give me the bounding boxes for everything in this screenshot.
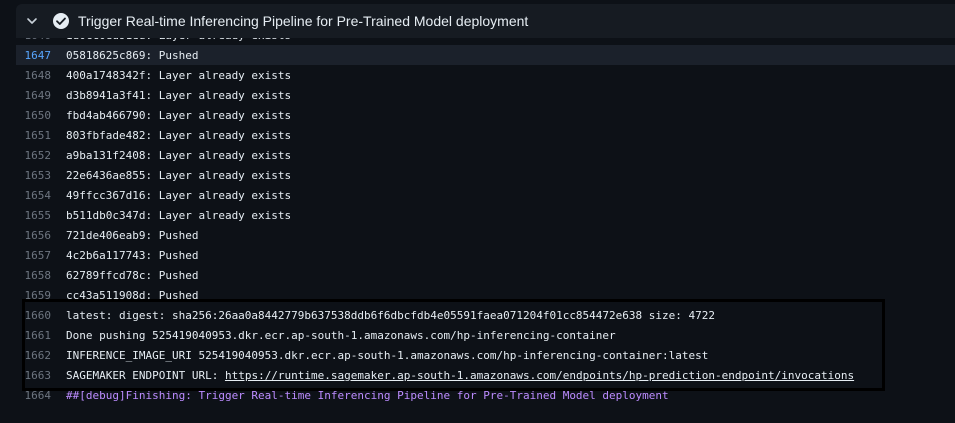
- log-line[interactable]: 1661 Done pushing 525419040953.dkr.ecr.ap…: [16, 325, 955, 345]
- log-text: 400a1748342f: Layer already exists: [66, 69, 291, 82]
- log-line[interactable]: 1652 a9ba131f2408: Layer already exists: [16, 145, 955, 165]
- log-text: cc43a511908d: Pushed: [66, 289, 198, 302]
- log-text-content: latest: digest: sha256:26aa0a8442779b637…: [66, 308, 716, 322]
- line-number[interactable]: 1647: [16, 49, 66, 62]
- log-text: 05818625c869: Pushed: [66, 49, 198, 62]
- log-line[interactable]: 1658 62789ffcd78c: Pushed: [16, 265, 955, 285]
- log-text-content: a9ba131f2408: Layer already exists: [66, 148, 292, 162]
- log-line[interactable]: 1649 d3b8941a3f41: Layer already exists: [16, 85, 955, 105]
- log-text-content: 49ffcc367d16: Layer already exists: [66, 188, 292, 202]
- log-text-content: b511db0c347d: Layer already exists: [66, 208, 292, 222]
- log-line[interactable]: 1656 721de406eab9: Pushed: [16, 225, 955, 245]
- log-text: d3b8941a3f41: Layer already exists: [66, 89, 291, 102]
- log-text: latest: digest: sha256:26aa0a8442779b637…: [66, 309, 715, 322]
- log-text: 4c2b6a117743: Pushed: [66, 249, 198, 262]
- log-text: 721de406eab9: Pushed: [66, 229, 198, 242]
- log-text-content: 62789ffcd78c: Pushed: [66, 268, 199, 282]
- log-text: INFERENCE_IMAGE_URI 525419040953.dkr.ecr…: [66, 349, 708, 362]
- log-text-content: INFERENCE_IMAGE_URI 525419040953.dkr.ecr…: [66, 348, 709, 362]
- line-number[interactable]: 1664: [16, 389, 66, 402]
- log-line[interactable]: 1650 fbd4ab466790: Layer already exists: [16, 105, 955, 125]
- log-text: 22e6436ae855: Layer already exists: [66, 169, 291, 182]
- log-line[interactable]: 1662 INFERENCE_IMAGE_URI 525419040953.dkr…: [16, 345, 955, 365]
- log-text: Done pushing 525419040953.dkr.ecr.ap-sou…: [66, 329, 616, 342]
- log-line[interactable]: 1647 05818625c869: Pushed: [16, 45, 955, 65]
- step-title: Trigger Real-time Inferencing Pipeline f…: [78, 13, 529, 29]
- log-text-content: 22e6436ae855: Layer already exists: [66, 168, 292, 182]
- line-number[interactable]: 1652: [16, 149, 66, 162]
- line-number[interactable]: 1662: [16, 349, 66, 362]
- step-header[interactable]: Trigger Real-time Inferencing Pipeline f…: [16, 4, 955, 38]
- log-text: 49ffcc367d16: Layer already exists: [66, 189, 291, 202]
- log-text: a9ba131f2408: Layer already exists: [66, 149, 291, 162]
- line-number[interactable]: 1660: [16, 309, 66, 322]
- log-text: fbd4ab466790: Layer already exists: [66, 109, 291, 122]
- line-number[interactable]: 1651: [16, 129, 66, 142]
- chevron-down-icon[interactable]: [22, 11, 42, 31]
- line-number[interactable]: 1650: [16, 109, 66, 122]
- log-line[interactable]: 1664 ##[debug]Finishing: Trigger Real-tim…: [16, 385, 955, 405]
- success-check-icon: [52, 12, 70, 30]
- log-line[interactable]: 1648 400a1748342f: Layer already exists: [16, 65, 955, 85]
- log-text-content: SAGEMAKER ENDPOINT URL:: [66, 368, 225, 382]
- log-text: b511db0c347d: Layer already exists: [66, 209, 291, 222]
- log-text: ##[debug]Finishing: Trigger Real-time In…: [66, 389, 669, 402]
- log-line[interactable]: 1659 cc43a511908d: Pushed: [16, 285, 955, 305]
- log-text-content: Done pushing 525419040953.dkr.ecr.ap-sou…: [66, 328, 616, 342]
- log-line[interactable]: 1660 latest: digest: sha256:26aa0a8442779…: [16, 305, 955, 325]
- workflow-log-panel: Trigger Real-time Inferencing Pipeline f…: [0, 0, 955, 423]
- log-text-content: d3b8941a3f41: Layer already exists: [66, 88, 292, 102]
- line-number[interactable]: 1661: [16, 329, 66, 342]
- log-text-content: 4c2b6a117743: Pushed: [66, 248, 199, 262]
- log-text-content: cc43a511908d: Pushed: [66, 288, 199, 302]
- line-number[interactable]: 1658: [16, 269, 66, 282]
- line-number[interactable]: 1659: [16, 289, 66, 302]
- log-text-content: fbd4ab466790: Layer already exists: [66, 108, 292, 122]
- log-line[interactable]: 1654 49ffcc367d16: Layer already exists: [16, 185, 955, 205]
- log-line[interactable]: 16461d0cc0ed91ed: Layer already exists: [16, 38, 955, 45]
- log-line[interactable]: 1655 b511db0c347d: Layer already exists: [16, 205, 955, 225]
- log-text: 1d0cc0ed91ed: Layer already exists: [66, 38, 291, 42]
- log-text-content: 721de406eab9: Pushed: [66, 228, 199, 242]
- log-line[interactable]: 1663 SAGEMAKER ENDPOINT URL: https://runt…: [16, 365, 955, 385]
- log-text: 62789ffcd78c: Pushed: [66, 269, 198, 282]
- log-line[interactable]: 1653 22e6436ae855: Layer already exists: [16, 165, 955, 185]
- endpoint-url-link[interactable]: https://runtime.sagemaker.ap-south-1.ama…: [225, 369, 854, 382]
- log-text: 803fbfade482: Layer already exists: [66, 129, 291, 142]
- line-number[interactable]: 1654: [16, 189, 66, 202]
- log-output: 16461d0cc0ed91ed: Layer already exists16…: [16, 38, 955, 408]
- log-text-content: 803fbfade482: Layer already exists: [66, 128, 292, 142]
- log-text-content: 05818625c869: Pushed: [66, 48, 199, 62]
- log-text-content: 1d0cc0ed91ed: Layer already exists: [66, 38, 291, 42]
- log-line[interactable]: 1651 803fbfade482: Layer already exists: [16, 125, 955, 145]
- line-number[interactable]: 1657: [16, 249, 66, 262]
- log-text-content: ##[debug]Finishing: Trigger Real-time In…: [66, 388, 669, 402]
- line-number[interactable]: 1656: [16, 229, 66, 242]
- line-number[interactable]: 1653: [16, 169, 66, 182]
- line-number[interactable]: 1649: [16, 89, 66, 102]
- line-number[interactable]: 1655: [16, 209, 66, 222]
- log-text: SAGEMAKER ENDPOINT URL: https://runtime.…: [66, 369, 854, 382]
- line-number[interactable]: 1648: [16, 69, 66, 82]
- line-number[interactable]: 1663: [16, 369, 66, 382]
- log-line[interactable]: 1657 4c2b6a117743: Pushed: [16, 245, 955, 265]
- line-number[interactable]: 1646: [16, 38, 66, 42]
- log-text-content: 400a1748342f: Layer already exists: [66, 68, 292, 82]
